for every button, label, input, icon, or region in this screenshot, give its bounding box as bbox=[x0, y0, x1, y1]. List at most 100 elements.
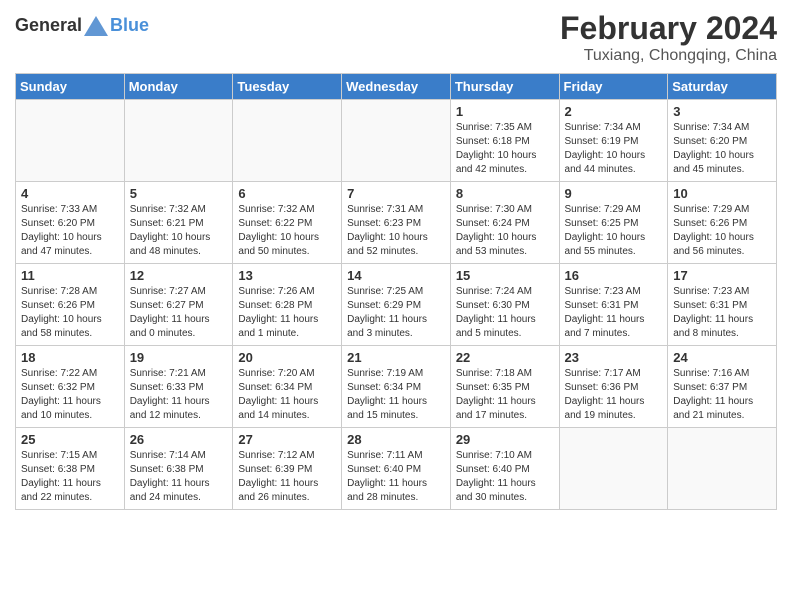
day-number: 1 bbox=[456, 104, 554, 119]
calendar-day-cell: 3 Sunrise: 7:34 AM Sunset: 6:20 PM Daylig… bbox=[668, 100, 777, 182]
day-number: 17 bbox=[673, 268, 771, 283]
day-number: 28 bbox=[347, 432, 445, 447]
day-number: 10 bbox=[673, 186, 771, 201]
day-number: 16 bbox=[565, 268, 663, 283]
calendar-day-cell: 12 Sunrise: 7:27 AM Sunset: 6:27 PM Dayli… bbox=[124, 264, 233, 346]
day-number: 19 bbox=[130, 350, 228, 365]
day-number: 23 bbox=[565, 350, 663, 365]
day-number: 27 bbox=[238, 432, 336, 447]
logo-icon bbox=[84, 16, 108, 36]
calendar-day-cell bbox=[124, 100, 233, 182]
calendar-day-cell: 10 Sunrise: 7:29 AM Sunset: 6:26 PM Dayli… bbox=[668, 182, 777, 264]
day-info: Sunrise: 7:24 AM Sunset: 6:30 PM Dayligh… bbox=[456, 285, 554, 341]
day-number: 14 bbox=[347, 268, 445, 283]
calendar-day-cell bbox=[233, 100, 342, 182]
calendar-day-cell: 23 Sunrise: 7:17 AM Sunset: 6:36 PM Dayli… bbox=[559, 346, 668, 428]
day-info: Sunrise: 7:11 AM Sunset: 6:40 PM Dayligh… bbox=[347, 449, 445, 505]
day-info: Sunrise: 7:23 AM Sunset: 6:31 PM Dayligh… bbox=[565, 285, 663, 341]
day-info: Sunrise: 7:22 AM Sunset: 6:32 PM Dayligh… bbox=[21, 367, 119, 423]
day-info: Sunrise: 7:15 AM Sunset: 6:38 PM Dayligh… bbox=[21, 449, 119, 505]
day-number: 4 bbox=[21, 186, 119, 201]
calendar-day-cell: 22Sunrise: 7:18 AM Sunset: 6:35 PM Dayli… bbox=[450, 346, 559, 428]
calendar-week-row: 18Sunrise: 7:22 AM Sunset: 6:32 PM Dayli… bbox=[16, 346, 777, 428]
calendar-day-cell bbox=[16, 100, 125, 182]
calendar-week-row: 4 Sunrise: 7:33 AM Sunset: 6:20 PM Daylig… bbox=[16, 182, 777, 264]
day-number: 13 bbox=[238, 268, 336, 283]
day-info: Sunrise: 7:32 AM Sunset: 6:21 PM Dayligh… bbox=[130, 203, 228, 259]
day-info: Sunrise: 7:31 AM Sunset: 6:23 PM Dayligh… bbox=[347, 203, 445, 259]
day-number: 21 bbox=[347, 350, 445, 365]
calendar-day-cell: 5 Sunrise: 7:32 AM Sunset: 6:21 PM Daylig… bbox=[124, 182, 233, 264]
calendar-day-cell: 4 Sunrise: 7:33 AM Sunset: 6:20 PM Daylig… bbox=[16, 182, 125, 264]
day-of-week-header: Wednesday bbox=[342, 74, 451, 100]
day-info: Sunrise: 7:12 AM Sunset: 6:39 PM Dayligh… bbox=[238, 449, 336, 505]
day-info: Sunrise: 7:19 AM Sunset: 6:34 PM Dayligh… bbox=[347, 367, 445, 423]
calendar-table: SundayMondayTuesdayWednesdayThursdayFrid… bbox=[15, 73, 777, 510]
calendar-day-cell: 18Sunrise: 7:22 AM Sunset: 6:32 PM Dayli… bbox=[16, 346, 125, 428]
day-number: 15 bbox=[456, 268, 554, 283]
calendar-week-row: 1 Sunrise: 7:35 AM Sunset: 6:18 PM Daylig… bbox=[16, 100, 777, 182]
calendar-week-row: 25 Sunrise: 7:15 AM Sunset: 6:38 PM Dayli… bbox=[16, 428, 777, 510]
day-of-week-header: Monday bbox=[124, 74, 233, 100]
calendar-day-cell bbox=[559, 428, 668, 510]
day-info: Sunrise: 7:34 AM Sunset: 6:20 PM Dayligh… bbox=[673, 121, 771, 177]
day-number: 6 bbox=[238, 186, 336, 201]
month-title: February 2024 bbox=[560, 10, 777, 47]
calendar-day-cell: 9Sunrise: 7:29 AM Sunset: 6:25 PM Daylig… bbox=[559, 182, 668, 264]
day-number: 26 bbox=[130, 432, 228, 447]
day-info: Sunrise: 7:26 AM Sunset: 6:28 PM Dayligh… bbox=[238, 285, 336, 341]
day-of-week-header: Thursday bbox=[450, 74, 559, 100]
calendar-day-cell: 13 Sunrise: 7:26 AM Sunset: 6:28 PM Dayli… bbox=[233, 264, 342, 346]
day-number: 5 bbox=[130, 186, 228, 201]
day-number: 7 bbox=[347, 186, 445, 201]
calendar-day-cell: 8Sunrise: 7:30 AM Sunset: 6:24 PM Daylig… bbox=[450, 182, 559, 264]
day-info: Sunrise: 7:33 AM Sunset: 6:20 PM Dayligh… bbox=[21, 203, 119, 259]
day-info: Sunrise: 7:14 AM Sunset: 6:38 PM Dayligh… bbox=[130, 449, 228, 505]
day-number: 11 bbox=[21, 268, 119, 283]
calendar-day-cell: 16 Sunrise: 7:23 AM Sunset: 6:31 PM Dayli… bbox=[559, 264, 668, 346]
calendar-day-cell: 20Sunrise: 7:20 AM Sunset: 6:34 PM Dayli… bbox=[233, 346, 342, 428]
calendar-day-cell: 26 Sunrise: 7:14 AM Sunset: 6:38 PM Dayli… bbox=[124, 428, 233, 510]
day-number: 20 bbox=[238, 350, 336, 365]
day-info: Sunrise: 7:18 AM Sunset: 6:35 PM Dayligh… bbox=[456, 367, 554, 423]
day-info: Sunrise: 7:23 AM Sunset: 6:31 PM Dayligh… bbox=[673, 285, 771, 341]
day-number: 29 bbox=[456, 432, 554, 447]
logo: General Blue bbox=[15, 15, 149, 36]
calendar-day-cell: 1 Sunrise: 7:35 AM Sunset: 6:18 PM Daylig… bbox=[450, 100, 559, 182]
day-info: Sunrise: 7:25 AM Sunset: 6:29 PM Dayligh… bbox=[347, 285, 445, 341]
calendar-header-row: SundayMondayTuesdayWednesdayThursdayFrid… bbox=[16, 74, 777, 100]
calendar-day-cell: 29 Sunrise: 7:10 AM Sunset: 6:40 PM Dayli… bbox=[450, 428, 559, 510]
day-of-week-header: Saturday bbox=[668, 74, 777, 100]
day-info: Sunrise: 7:10 AM Sunset: 6:40 PM Dayligh… bbox=[456, 449, 554, 505]
calendar-day-cell: 11 Sunrise: 7:28 AM Sunset: 6:26 PM Dayli… bbox=[16, 264, 125, 346]
calendar-day-cell bbox=[342, 100, 451, 182]
logo-general: General bbox=[15, 15, 82, 36]
day-of-week-header: Friday bbox=[559, 74, 668, 100]
calendar-day-cell: 2 Sunrise: 7:34 AM Sunset: 6:19 PM Daylig… bbox=[559, 100, 668, 182]
day-info: Sunrise: 7:17 AM Sunset: 6:36 PM Dayligh… bbox=[565, 367, 663, 423]
calendar-day-cell: 25 Sunrise: 7:15 AM Sunset: 6:38 PM Dayli… bbox=[16, 428, 125, 510]
day-info: Sunrise: 7:16 AM Sunset: 6:37 PM Dayligh… bbox=[673, 367, 771, 423]
day-info: Sunrise: 7:27 AM Sunset: 6:27 PM Dayligh… bbox=[130, 285, 228, 341]
calendar-day-cell: 27 Sunrise: 7:12 AM Sunset: 6:39 PM Dayli… bbox=[233, 428, 342, 510]
day-info: Sunrise: 7:35 AM Sunset: 6:18 PM Dayligh… bbox=[456, 121, 554, 177]
day-info: Sunrise: 7:32 AM Sunset: 6:22 PM Dayligh… bbox=[238, 203, 336, 259]
title-area: February 2024 Tuxiang, Chongqing, China bbox=[560, 10, 777, 65]
day-number: 12 bbox=[130, 268, 228, 283]
day-number: 2 bbox=[565, 104, 663, 119]
day-info: Sunrise: 7:29 AM Sunset: 6:25 PM Dayligh… bbox=[565, 203, 663, 259]
location-title: Tuxiang, Chongqing, China bbox=[560, 47, 777, 65]
calendar-body: 1 Sunrise: 7:35 AM Sunset: 6:18 PM Daylig… bbox=[16, 100, 777, 510]
calendar-day-cell: 14 Sunrise: 7:25 AM Sunset: 6:29 PM Dayli… bbox=[342, 264, 451, 346]
day-number: 24 bbox=[673, 350, 771, 365]
day-of-week-header: Sunday bbox=[16, 74, 125, 100]
calendar-day-cell: 15 Sunrise: 7:24 AM Sunset: 6:30 PM Dayli… bbox=[450, 264, 559, 346]
day-number: 25 bbox=[21, 432, 119, 447]
calendar-day-cell: 19Sunrise: 7:21 AM Sunset: 6:33 PM Dayli… bbox=[124, 346, 233, 428]
day-info: Sunrise: 7:34 AM Sunset: 6:19 PM Dayligh… bbox=[565, 121, 663, 177]
calendar-day-cell: 17 Sunrise: 7:23 AM Sunset: 6:31 PM Dayli… bbox=[668, 264, 777, 346]
calendar-week-row: 11 Sunrise: 7:28 AM Sunset: 6:26 PM Dayli… bbox=[16, 264, 777, 346]
day-number: 3 bbox=[673, 104, 771, 119]
day-info: Sunrise: 7:28 AM Sunset: 6:26 PM Dayligh… bbox=[21, 285, 119, 341]
day-info: Sunrise: 7:29 AM Sunset: 6:26 PM Dayligh… bbox=[673, 203, 771, 259]
